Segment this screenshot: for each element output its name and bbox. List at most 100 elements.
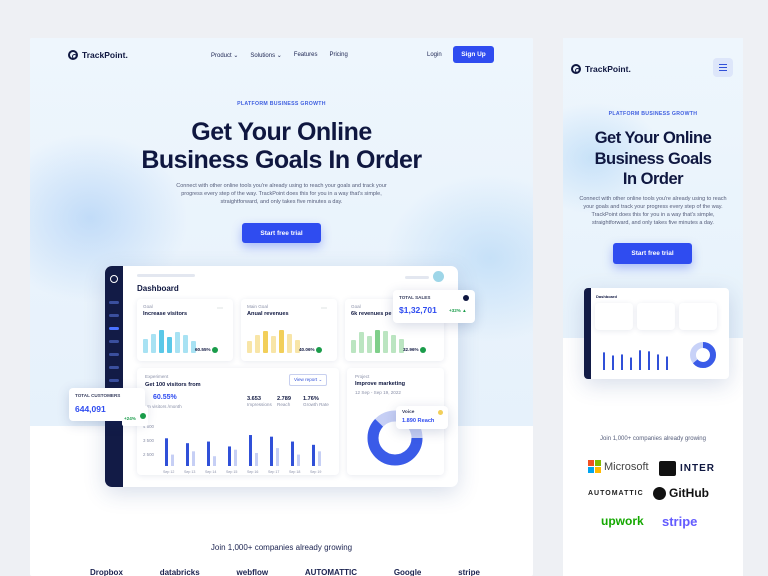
nav-item-features[interactable]: Features: [294, 52, 318, 59]
total-customers-value: 644,091: [75, 404, 106, 414]
goal-bars: [351, 327, 404, 353]
hero-title: Get Your Online Business Goals In Order: [141, 118, 422, 174]
goal-bar: [367, 336, 372, 353]
x-tick-label: Sep 18: [289, 470, 300, 474]
chart-bar: [318, 451, 321, 466]
nav-item-product[interactable]: Product ⌄: [211, 52, 238, 59]
company-logo: databricks: [159, 568, 200, 576]
sidebar-logo-icon: [110, 275, 118, 283]
chart-bar: [276, 448, 279, 466]
intercom-icon: [659, 461, 676, 476]
mobile-start-trial-button[interactable]: Start free trial: [613, 243, 692, 264]
x-tick-label: Sep 16: [247, 470, 258, 474]
experiment-bar-chart: 4 5003 5002 500Sep 12 Sep 13 Sep 14 Sep 15 S…: [143, 424, 321, 474]
menu-icon: [719, 64, 727, 71]
chart-bar: [213, 456, 216, 466]
total-sales-value: $1,32,701: [399, 305, 437, 315]
chart-bar: [612, 355, 614, 370]
goal-bar: [279, 329, 284, 353]
mobile-landing-panel: TrackPoint. PLATFORM BUSINESS GROWTH Get…: [563, 38, 743, 576]
mobile-hero-subtitle: Connect with other online tools you're a…: [579, 196, 727, 226]
goal-bars: [143, 327, 196, 353]
logo-stripe: stripe: [662, 514, 698, 529]
company-logo: webflow: [236, 568, 269, 576]
chart-bar: [603, 352, 605, 370]
mobile-experiment-chart: [603, 350, 668, 370]
y-tick-label: 3 500: [143, 438, 155, 443]
goal-bar: [247, 341, 252, 353]
logo-github: GitHub: [653, 486, 709, 500]
chart-bar: [207, 441, 210, 466]
goal-bar: [263, 330, 268, 353]
dashboard-sidebar: [105, 266, 123, 487]
chart-bar: [228, 446, 231, 466]
mobile-donut-chart: [690, 342, 716, 368]
nav-item-pricing[interactable]: Pricing: [329, 52, 347, 59]
goal-bar: [287, 333, 292, 353]
status-dot-icon: [438, 410, 443, 415]
mobile-hero-title: Get Your Online Business Goals In Order: [594, 129, 712, 188]
experiment-percent-label: m visitors /month: [147, 404, 182, 409]
goal-bar: [167, 337, 172, 353]
goal-bars: [247, 327, 300, 353]
hero-subtitle: Connect with other online tools you're a…: [176, 183, 387, 205]
chart-bar: [234, 449, 237, 466]
goal-bar: [143, 338, 148, 353]
chevron-down-icon: ⌄: [318, 377, 323, 382]
project-title: Improve marketing: [355, 381, 406, 387]
experiment-card: Experiment Get 100 visitors from View re…: [137, 368, 339, 475]
goal-card: Goal Increase visitors ⋯ 60.55%: [137, 299, 233, 361]
github-icon: [653, 486, 666, 500]
signup-button[interactable]: Sign Up: [453, 46, 494, 63]
experiment-eyebrow: Experiment: [145, 374, 169, 379]
logo-microsoft: Microsoft: [588, 460, 649, 473]
experiment-stat: 3.653 Impressions: [247, 396, 272, 407]
goal-bar: [183, 334, 188, 353]
goal-card: Main Goal Anual revenues ⋯ 40.06%: [241, 299, 337, 361]
goal-bar: [151, 333, 156, 353]
goal-bar: [175, 332, 180, 353]
experiment-title: Get 100 visitors from: [145, 382, 201, 388]
goal-bar: [383, 330, 388, 353]
chart-bar: [621, 354, 623, 370]
x-tick-label: Sep 14: [205, 470, 216, 474]
reach-legend-widget: Voice 1.890 Reach: [396, 406, 448, 429]
mobile-brand-logo[interactable]: TrackPoint.: [571, 64, 631, 74]
chart-bar: [165, 438, 168, 466]
goal-bar: [255, 334, 260, 353]
view-report-button[interactable]: View report ⌄: [289, 374, 328, 386]
x-tick-label: Sep 19: [310, 470, 321, 474]
user-avatar[interactable]: [433, 271, 444, 282]
start-trial-button[interactable]: Start free trial: [242, 223, 321, 243]
goal-bar: [359, 332, 364, 353]
goal-bar: [351, 340, 356, 353]
hamburger-menu-button[interactable]: [713, 58, 733, 77]
chevron-down-icon: ⌄: [231, 53, 239, 59]
chart-bar: [249, 435, 252, 466]
chart-bar: [639, 350, 641, 370]
mobile-dashboard-title: Dashboard: [596, 294, 617, 299]
chart-bar: [630, 357, 632, 370]
nav-item-solutions[interactable]: Solutions ⌄: [250, 52, 281, 59]
logo-intercom: INTER: [659, 461, 715, 476]
chart-bar: [192, 451, 195, 466]
chart-bar: [312, 444, 315, 466]
brand-logo[interactable]: TrackPoint.: [68, 50, 128, 60]
mobile-hero-eyebrow: PLATFORM BUSINESS GROWTH: [608, 111, 698, 117]
x-tick-label: Sep 12: [163, 470, 174, 474]
more-icon[interactable]: ⋯: [321, 305, 327, 312]
goal-bar: [375, 329, 380, 353]
customers-change: +24%: [122, 406, 149, 426]
chart-bar: [666, 356, 668, 370]
x-tick-label: Sep 15: [226, 470, 237, 474]
more-icon[interactable]: ⋯: [217, 305, 223, 312]
login-link[interactable]: Login: [427, 52, 442, 58]
x-tick-label: Sep 13: [184, 470, 195, 474]
logo-automattic: AUTOMATTIC: [588, 490, 644, 497]
company-logo: stripe: [458, 568, 480, 576]
dashboard-title: Dashboard: [137, 284, 179, 293]
company-logo-strip: Dropbox databricks webflow AUTOMATTIC Google…: [90, 568, 480, 576]
arrow-up-icon: ▲: [462, 308, 467, 313]
arrow-up-icon: [211, 347, 218, 353]
desktop-landing-panel: TrackPoint. Product ⌄ Solutions ⌄ Features…: [30, 38, 533, 576]
